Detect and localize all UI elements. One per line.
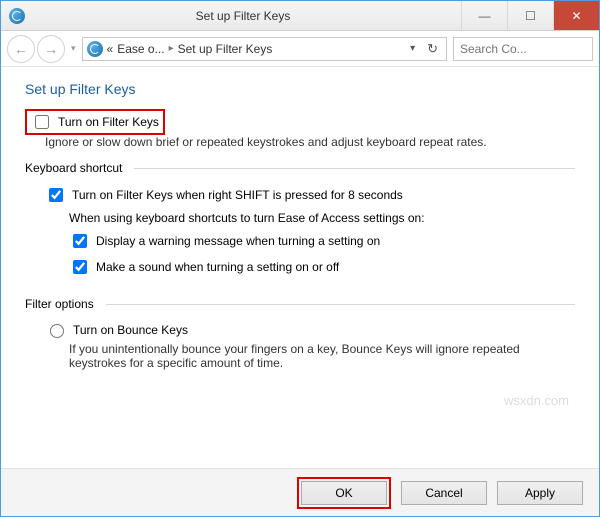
breadcrumb-prefix: «	[107, 42, 114, 56]
keyboard-shortcut-group: Keyboard shortcut	[25, 161, 575, 175]
titlebar: Set up Filter Keys — ☐ ✕	[1, 1, 599, 31]
address-bar[interactable]: « Ease o... ▸ Set up Filter Keys ▾ ↻	[82, 37, 447, 61]
content-area: Set up Filter Keys Turn on Filter Keys I…	[1, 67, 599, 468]
when-using-text: When using keyboard shortcuts to turn Ea…	[69, 211, 575, 225]
chevron-right-icon: ▸	[169, 43, 174, 54]
divider	[134, 168, 575, 169]
warning-checkbox[interactable]	[73, 234, 87, 248]
app-icon	[9, 8, 25, 24]
highlight-ok: OK	[297, 477, 391, 509]
nav-toolbar: ← → ▾ « Ease o... ▸ Set up Filter Keys ▾…	[1, 31, 599, 67]
location-icon	[87, 41, 103, 57]
breadcrumb-ease[interactable]: Ease o...	[117, 42, 164, 56]
search-box[interactable]	[453, 37, 593, 61]
dialog-footer: OK Cancel Apply	[1, 468, 599, 516]
cancel-button[interactable]: Cancel	[401, 481, 487, 505]
address-dropdown-icon[interactable]: ▾	[406, 43, 419, 54]
search-input[interactable]	[458, 41, 588, 57]
divider	[106, 304, 575, 305]
watermark: wsxdn.com	[504, 393, 569, 408]
history-dropdown[interactable]: ▾	[67, 43, 80, 54]
shift-enable-label: Turn on Filter Keys when right SHIFT is …	[72, 188, 403, 202]
shift-enable-checkbox[interactable]	[49, 188, 63, 202]
close-button[interactable]: ✕	[553, 1, 599, 30]
turn-on-filter-keys-checkbox[interactable]	[35, 115, 49, 129]
bounce-keys-radio[interactable]	[50, 324, 64, 338]
back-button[interactable]: ←	[7, 35, 35, 63]
bounce-keys-description: If you unintentionally bounce your finge…	[69, 342, 575, 370]
breadcrumb-current[interactable]: Set up Filter Keys	[178, 42, 273, 56]
maximize-button[interactable]: ☐	[507, 1, 553, 30]
ok-button[interactable]: OK	[301, 481, 387, 505]
filter-options-group: Filter options	[25, 297, 575, 311]
window-frame: Set up Filter Keys — ☐ ✕ ← → ▾ « Ease o.…	[0, 0, 600, 517]
warning-label: Display a warning message when turning a…	[96, 234, 380, 248]
turn-on-description: Ignore or slow down brief or repeated ke…	[45, 135, 575, 149]
filter-options-legend: Filter options	[25, 297, 100, 311]
turn-on-filter-keys-label: Turn on Filter Keys	[58, 115, 159, 129]
sound-checkbox[interactable]	[73, 260, 87, 274]
window-title: Set up Filter Keys	[25, 9, 461, 23]
refresh-icon[interactable]: ↻	[423, 41, 442, 57]
highlight-turn-on: Turn on Filter Keys	[25, 109, 165, 135]
apply-button[interactable]: Apply	[497, 481, 583, 505]
bounce-keys-label: Turn on Bounce Keys	[73, 323, 188, 337]
keyboard-shortcut-legend: Keyboard shortcut	[25, 161, 128, 175]
forward-button[interactable]: →	[37, 35, 65, 63]
sound-label: Make a sound when turning a setting on o…	[96, 260, 339, 274]
page-heading: Set up Filter Keys	[25, 81, 575, 97]
minimize-button[interactable]: —	[461, 1, 507, 30]
window-controls: — ☐ ✕	[461, 1, 599, 30]
